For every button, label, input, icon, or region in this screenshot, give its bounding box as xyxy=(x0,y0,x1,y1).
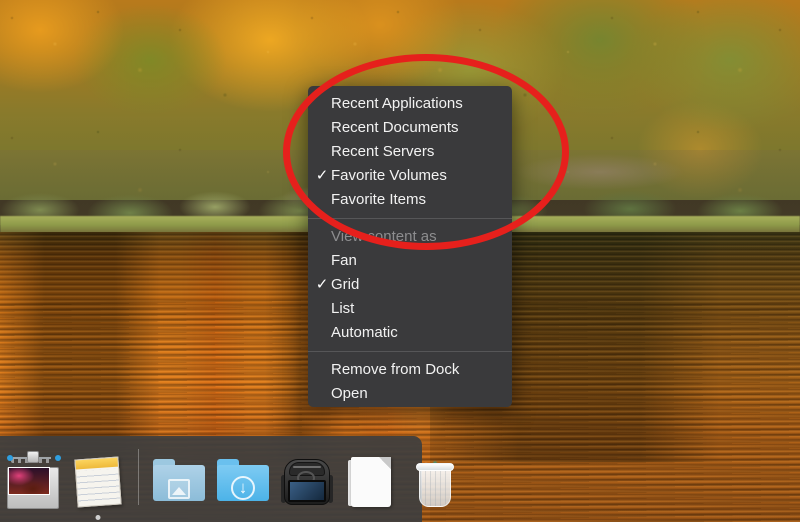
menu-item-label: Recent Servers xyxy=(331,143,435,160)
document-page-icon xyxy=(342,453,400,511)
document-icon[interactable] xyxy=(339,447,403,511)
screen: Recent Applications Recent Documents Recen… xyxy=(0,0,800,522)
backpack-icon xyxy=(278,453,336,511)
checkmark-icon: ✓ xyxy=(315,276,329,293)
checkmark-icon: ✓ xyxy=(315,167,329,184)
menu-item-label: Favorite Volumes xyxy=(331,167,447,184)
menu-item-automatic[interactable]: Automatic xyxy=(308,321,512,345)
menu-item-favorite-volumes[interactable]: ✓ Favorite Volumes xyxy=(308,164,512,188)
menu-item-label: Favorite Items xyxy=(331,191,427,208)
menu-item-label: Recent Applications xyxy=(331,95,463,112)
menu-item-grid[interactable]: ✓ Grid xyxy=(308,273,512,297)
menu-item-label: Recent Documents xyxy=(331,119,459,136)
folder-downloads-icon xyxy=(214,453,272,511)
checkmark-icon xyxy=(315,225,329,249)
menu-item-label: Grid xyxy=(331,276,360,293)
camera-scanner-icon xyxy=(5,451,63,511)
running-indicator-dot xyxy=(95,515,101,520)
image-capture-icon[interactable] xyxy=(2,447,66,511)
checkmark-icon xyxy=(315,358,329,382)
menu-item-list[interactable]: List xyxy=(308,297,512,321)
dock-stack-context-menu[interactable]: Recent Applications Recent Documents Recen… xyxy=(308,86,512,407)
menu-item-remove-from-dock[interactable]: Remove from Dock xyxy=(308,358,512,382)
menu-item-label: Automatic xyxy=(331,324,398,341)
menu-item-label: Fan xyxy=(331,252,357,269)
menu-item-recent-servers[interactable]: Recent Servers xyxy=(308,140,512,164)
dock-divider xyxy=(138,449,139,505)
menu-item-label: List xyxy=(331,300,355,317)
folder-pictures-icon xyxy=(150,453,208,511)
checkmark-icon xyxy=(315,382,329,406)
menu-item-view-content-as: View content as xyxy=(308,225,512,249)
menu-item-favorite-items[interactable]: Favorite Items xyxy=(308,188,512,212)
menu-item-label: Open xyxy=(331,385,368,402)
menu-separator xyxy=(308,218,512,219)
checkmark-icon xyxy=(315,188,329,212)
menu-item-open[interactable]: Open xyxy=(308,382,512,406)
checkmark-icon xyxy=(315,140,329,164)
pictures-folder-icon[interactable] xyxy=(147,447,211,511)
notes-icon[interactable] xyxy=(66,447,130,520)
macos-dock[interactable] xyxy=(0,436,454,522)
checkmark-icon xyxy=(315,116,329,140)
trash-can-icon xyxy=(406,453,464,511)
menu-item-label: Remove from Dock xyxy=(331,361,460,378)
dock-item-list xyxy=(0,447,467,520)
checkmark-icon xyxy=(315,249,329,273)
menu-item-label: View content as xyxy=(331,228,437,245)
downloads-folder-icon[interactable] xyxy=(211,447,275,511)
checkmark-icon xyxy=(315,321,329,345)
menu-item-fan[interactable]: Fan xyxy=(308,249,512,273)
menu-separator xyxy=(308,351,512,352)
backpack-stack-icon[interactable] xyxy=(275,447,339,511)
menu-item-recent-applications[interactable]: Recent Applications xyxy=(308,92,512,116)
menu-item-recent-documents[interactable]: Recent Documents xyxy=(308,116,512,140)
checkmark-icon xyxy=(315,92,329,116)
trash-icon[interactable] xyxy=(403,447,467,511)
checkmark-icon xyxy=(315,297,329,321)
notepad-icon xyxy=(69,453,127,511)
